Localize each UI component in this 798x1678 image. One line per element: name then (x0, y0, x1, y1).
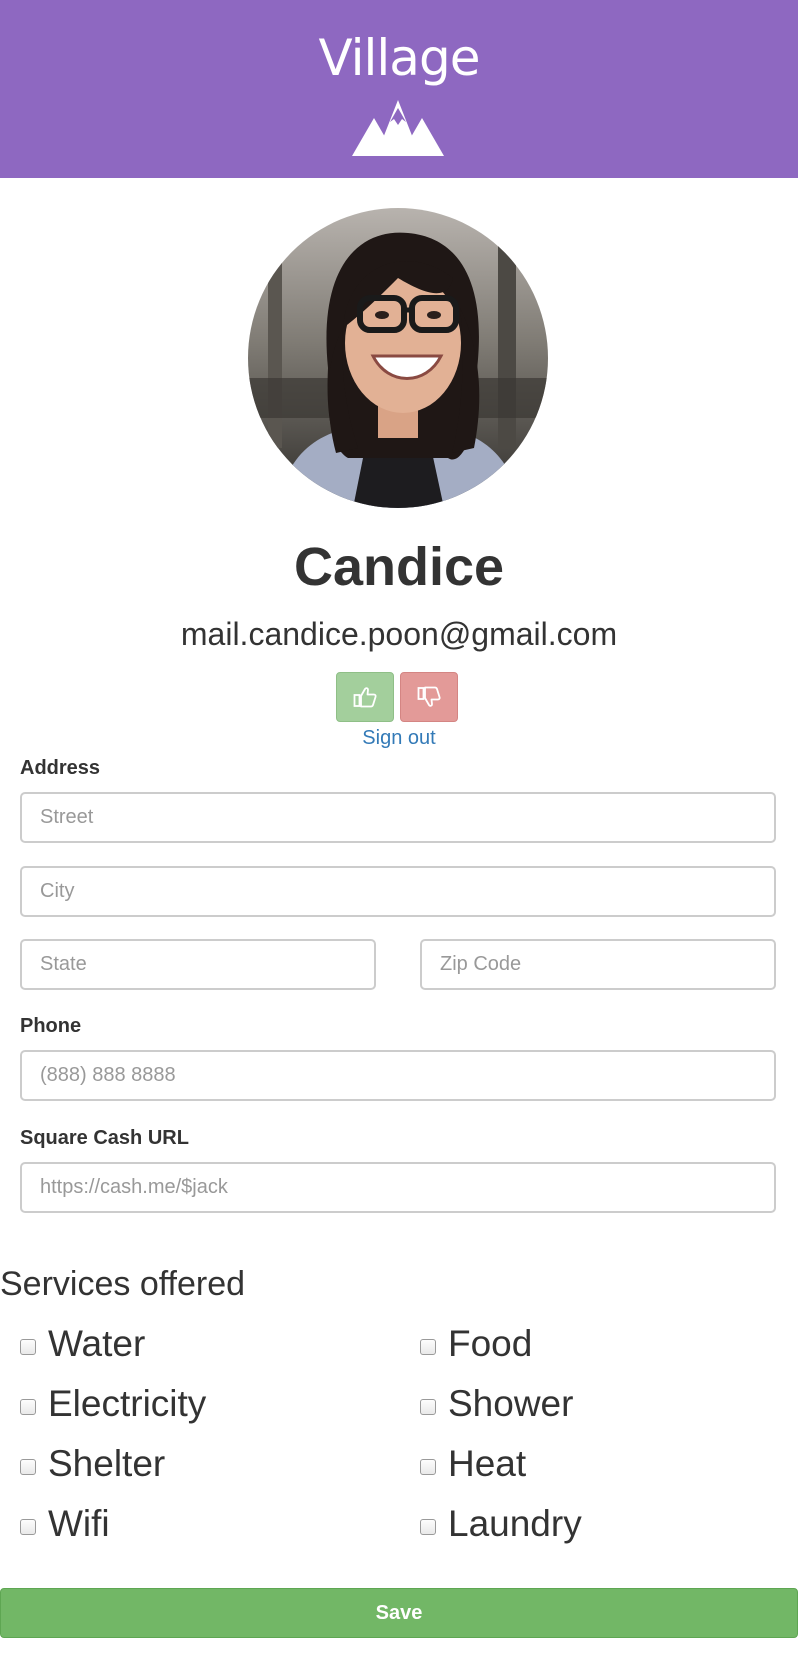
app-header: Village (0, 0, 798, 178)
thumbs-up-button[interactable] (336, 672, 394, 722)
zip-code-input[interactable] (420, 939, 776, 990)
sign-out-link[interactable]: Sign out (0, 726, 798, 750)
service-water[interactable]: Water (20, 1322, 145, 1366)
electricity-checkbox[interactable] (20, 1399, 36, 1415)
service-electricity[interactable]: Electricity (20, 1382, 206, 1426)
save-button[interactable]: Save (0, 1588, 798, 1638)
thumbs-down-button[interactable] (400, 672, 458, 722)
profile-email: mail.candice.poon@gmail.com (180, 616, 618, 652)
square-cash-label: Square Cash URL (20, 1127, 189, 1149)
service-shower[interactable]: Shower (420, 1382, 573, 1426)
service-food[interactable]: Food (420, 1322, 532, 1366)
service-label: Shower (448, 1383, 574, 1424)
square-cash-input[interactable] (20, 1162, 776, 1213)
service-label: Heat (448, 1443, 527, 1484)
street-input[interactable] (20, 792, 776, 843)
shelter-checkbox[interactable] (20, 1459, 36, 1475)
service-label: Laundry (448, 1503, 582, 1544)
avatar (248, 208, 548, 508)
service-label: Wifi (48, 1503, 110, 1544)
water-checkbox[interactable] (20, 1339, 36, 1355)
phone-input[interactable] (20, 1050, 776, 1101)
wifi-checkbox[interactable] (20, 1519, 36, 1535)
service-label: Water (48, 1323, 146, 1364)
service-wifi[interactable]: Wifi (20, 1502, 110, 1546)
shower-checkbox[interactable] (420, 1399, 436, 1415)
thumbs-down-icon (417, 686, 441, 707)
laundry-checkbox[interactable] (420, 1519, 436, 1535)
city-input[interactable] (20, 866, 776, 917)
service-label: Shelter (48, 1443, 166, 1484)
mountains-icon (352, 100, 444, 156)
phone-label: Phone (20, 1015, 82, 1037)
service-label: Electricity (48, 1383, 207, 1424)
service-laundry[interactable]: Laundry (420, 1502, 582, 1546)
service-heat[interactable]: Heat (420, 1442, 526, 1486)
address-label: Address (20, 757, 101, 779)
brand-title: Village (318, 29, 481, 87)
food-checkbox[interactable] (420, 1339, 436, 1355)
service-shelter[interactable]: Shelter (20, 1442, 165, 1486)
service-label: Food (448, 1323, 533, 1364)
state-input[interactable] (20, 939, 376, 990)
heat-checkbox[interactable] (420, 1459, 436, 1475)
thumbs-up-icon (353, 687, 377, 708)
profile-name: Candice (293, 537, 505, 597)
services-title: Services offered (0, 1265, 246, 1303)
